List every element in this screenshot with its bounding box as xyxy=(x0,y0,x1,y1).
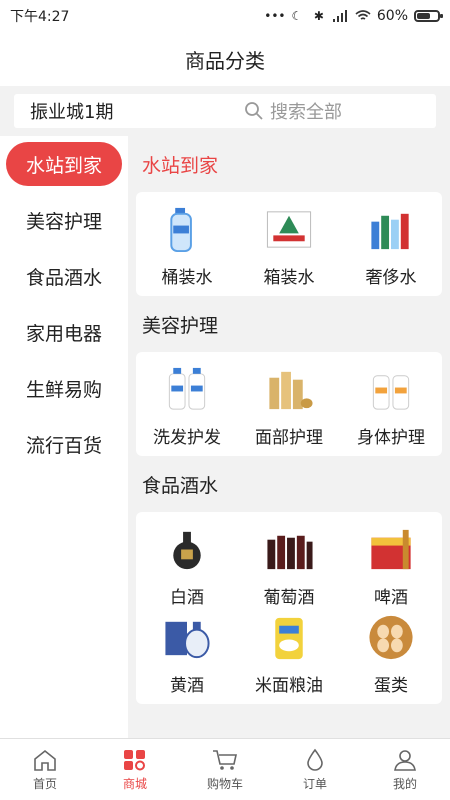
product-boxed-water[interactable]: 箱装水 xyxy=(238,200,340,288)
product-skincare[interactable]: 面部护理 xyxy=(238,360,340,448)
nav-label: 首页 xyxy=(32,776,57,791)
yellow-wine-icon xyxy=(165,621,210,659)
moon-icon: ☾ xyxy=(291,9,303,23)
sidebar-item-food-drink[interactable]: 食品酒水 xyxy=(0,248,128,304)
product-barreled-water[interactable]: 桶装水 xyxy=(136,200,238,288)
product-beer[interactable]: 啤酒 xyxy=(340,520,442,608)
shampoo-icon xyxy=(168,367,206,410)
product-label: 蛋类 xyxy=(374,676,408,696)
location-selector[interactable]: 振业城1期 xyxy=(14,98,184,124)
search-placeholder: 搜索全部 xyxy=(270,102,342,123)
nav-label: 购物车 xyxy=(206,776,243,791)
product-label: 奢侈水 xyxy=(365,268,417,288)
battery-percent: 60% xyxy=(376,8,408,24)
product-label: 身体护理 xyxy=(357,428,425,448)
search-row: 振业城1期 搜索全部 xyxy=(0,86,450,136)
profile-icon xyxy=(394,749,416,771)
section-card-water: 桶装水 箱装水 奢侈水 xyxy=(136,192,442,296)
skincare-icon xyxy=(269,371,313,410)
wifi-icon xyxy=(355,8,371,24)
water-box-icon xyxy=(266,211,312,248)
wine-icon xyxy=(267,535,313,570)
category-content: 水站到家 桶装水 箱装水 奢侈水 美容护理 洗发护发 面部护理 身体护理 食品酒… xyxy=(136,136,442,738)
category-sidebar: 水站到家 美容护理 食品酒水 家用电器 生鲜易购 流行百货 xyxy=(0,136,128,738)
product-label: 桶装水 xyxy=(161,268,213,288)
search-icon xyxy=(244,101,264,121)
product-label: 面部护理 xyxy=(255,428,323,448)
sidebar-item-department[interactable]: 流行百货 xyxy=(0,416,128,472)
product-yellow-wine[interactable]: 黄酒 xyxy=(136,608,238,696)
sidebar-item-beauty[interactable]: 美容护理 xyxy=(0,192,128,248)
product-label: 黄酒 xyxy=(170,676,204,696)
search-bar[interactable]: 振业城1期 搜索全部 xyxy=(14,94,436,128)
nav-orders[interactable]: 订单 xyxy=(270,739,360,800)
product-label: 洗发护发 xyxy=(153,428,221,448)
bodycare-icon xyxy=(372,375,410,410)
baijiu-icon xyxy=(173,531,201,570)
rice-icon xyxy=(275,617,303,660)
nav-home[interactable]: 首页 xyxy=(0,739,90,800)
bluetooth-icon: ✱ xyxy=(313,9,324,23)
product-baijiu[interactable]: 白酒 xyxy=(136,520,238,608)
product-label: 啤酒 xyxy=(374,588,408,608)
battery-icon xyxy=(414,10,443,22)
more-dots-icon: ••• xyxy=(264,9,286,23)
product-rice-oil[interactable]: 米面粮油 xyxy=(238,608,340,696)
search-input[interactable]: 搜索全部 xyxy=(244,98,342,124)
product-label: 葡萄酒 xyxy=(263,588,315,608)
mall-icon xyxy=(124,749,145,770)
home-icon xyxy=(34,749,56,771)
signal-icon xyxy=(332,8,349,24)
section-title-water: 水站到家 xyxy=(142,154,219,177)
product-label: 箱装水 xyxy=(263,268,315,288)
nav-cart[interactable]: 购物车 xyxy=(180,739,270,800)
status-bar: 下午4:27 ••• ☾ ✱ 60% xyxy=(0,0,450,32)
nav-mall[interactable]: 商城 xyxy=(90,739,180,800)
sidebar-item-water[interactable]: 水站到家 xyxy=(6,142,122,186)
product-wine[interactable]: 葡萄酒 xyxy=(238,520,340,608)
product-bodycare[interactable]: 身体护理 xyxy=(340,360,442,448)
product-eggs[interactable]: 蛋类 xyxy=(340,608,442,696)
page-title: 商品分类 xyxy=(0,32,450,86)
eggs-icon xyxy=(369,615,413,660)
bottom-nav: 首页 商城 购物车 订单 我的 xyxy=(0,738,450,800)
section-title-beauty: 美容护理 xyxy=(142,314,219,337)
nav-label: 商城 xyxy=(122,776,147,791)
product-shampoo[interactable]: 洗发护发 xyxy=(136,360,238,448)
status-time: 下午4:27 xyxy=(10,9,70,25)
product-label: 白酒 xyxy=(170,588,204,608)
sidebar-item-fresh[interactable]: 生鲜易购 xyxy=(0,360,128,416)
section-card-beauty: 洗发护发 面部护理 身体护理 xyxy=(136,352,442,456)
nav-profile[interactable]: 我的 xyxy=(360,739,450,800)
nav-label: 我的 xyxy=(392,776,417,791)
beer-icon xyxy=(371,529,411,570)
water-jug-icon xyxy=(170,207,192,253)
product-premium-water[interactable]: 奢侈水 xyxy=(340,200,442,288)
section-title-food-drink: 食品酒水 xyxy=(142,474,219,497)
sidebar-item-appliances[interactable]: 家用电器 xyxy=(0,304,128,360)
cart-icon xyxy=(213,749,237,770)
order-icon xyxy=(307,748,323,771)
product-label: 米面粮油 xyxy=(255,676,323,696)
premium-water-icon xyxy=(371,213,409,250)
nav-label: 订单 xyxy=(302,776,327,791)
section-card-food-drink: 白酒 葡萄酒 啤酒 黄酒 米面粮油 蛋类 xyxy=(136,512,442,704)
